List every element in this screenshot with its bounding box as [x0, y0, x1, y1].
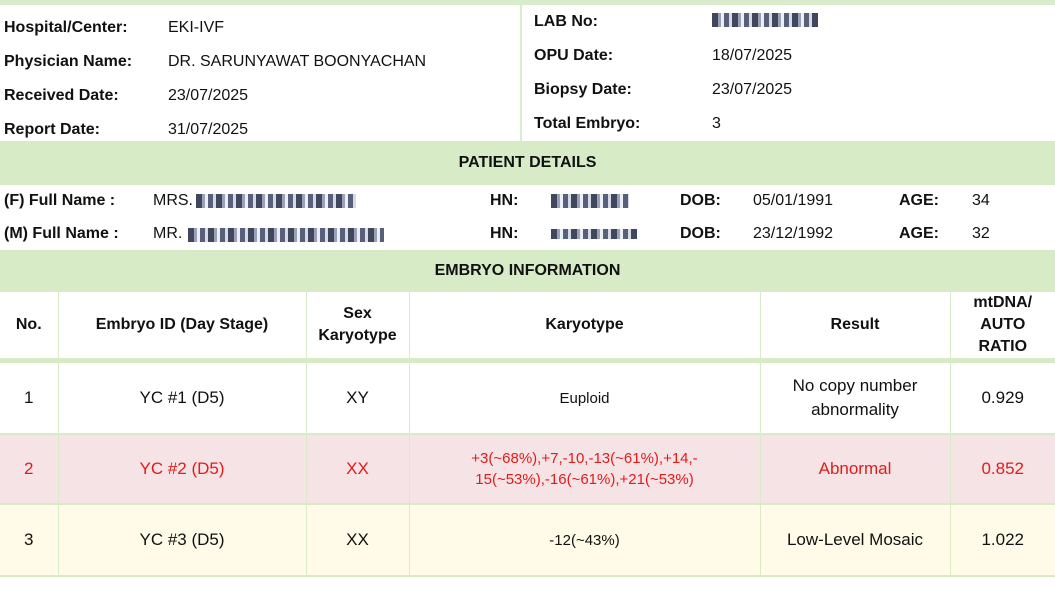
row-karyotype-line1: Euploid	[559, 389, 610, 407]
biopsy-date-value: 23/07/2025	[712, 81, 793, 98]
male-hn-redacted	[551, 229, 637, 239]
row-sex: XX	[306, 504, 410, 577]
col-header-ratio: mtDNA/ AUTO RATIO	[950, 292, 1055, 361]
row-no: 2	[0, 434, 59, 505]
table-row: 2 YC #2 (D5) XX +3(~68%),+7,-10,-13(~61%…	[0, 434, 1055, 505]
female-name-redacted	[196, 194, 356, 208]
row-ratio: 0.929	[950, 360, 1055, 435]
opu-date-label: OPU Date:	[534, 47, 614, 64]
male-name-label: (M) Full Name :	[4, 225, 119, 242]
top-border	[0, 0, 1055, 5]
col-header-embryo-id: Embryo ID (Day Stage)	[58, 292, 307, 361]
biopsy-date-label: Biopsy Date:	[534, 81, 632, 98]
row-result: No copy number abnormality	[760, 360, 951, 435]
female-dob-value: 05/01/1991	[753, 192, 834, 209]
row-ratio: 0.852	[950, 434, 1055, 505]
male-hn-label: HN:	[490, 225, 519, 242]
hospital-label: Hospital/Center:	[4, 19, 128, 36]
male-name-prefix: MR.	[153, 225, 183, 242]
row-result-line2: abnormality	[811, 400, 899, 419]
hospital-value: EKI-IVF	[168, 19, 225, 36]
female-age-value: 34	[972, 192, 990, 209]
col-header-ratio-line1: mtDNA/	[973, 294, 1033, 311]
patient-details-title: PATIENT DETAILS	[0, 141, 1055, 185]
male-age-label: AGE:	[899, 225, 939, 242]
male-name-redacted	[188, 228, 384, 242]
row-karyotype: +3(~68%),+7,-10,-13(~61%),+14,- 15(~53%)…	[409, 434, 761, 505]
row-karyotype-line1: +3(~68%),+7,-10,-13(~61%),+14,-	[471, 450, 698, 467]
opu-date-value: 18/07/2025	[712, 47, 793, 64]
female-name-label: (F) Full Name :	[4, 192, 116, 209]
row-embryo-id: YC #1 (D5)	[58, 360, 307, 435]
lab-no-redacted	[712, 13, 818, 27]
received-date-value: 23/07/2025	[168, 87, 249, 104]
row-no: 3	[0, 504, 59, 577]
male-dob-label: DOB:	[680, 225, 721, 242]
row-ratio: 1.022	[950, 504, 1055, 577]
row-no: 1	[0, 360, 59, 435]
physician-label: Physician Name:	[4, 53, 133, 70]
row-embryo-id: YC #2 (D5)	[58, 434, 307, 505]
male-dob-value: 23/12/1992	[753, 225, 834, 242]
row-karyotype-line1: -12(~43%)	[549, 531, 620, 549]
header-divider	[520, 5, 522, 141]
report-date-label: Report Date:	[4, 121, 101, 138]
received-date-label: Received Date:	[4, 87, 119, 104]
col-header-karyotype: Karyotype	[409, 292, 761, 361]
row-result-line1: Low-Level Mosaic	[786, 530, 924, 549]
total-embryo-value: 3	[712, 115, 721, 132]
row-karyotype: Euploid	[409, 360, 761, 435]
col-header-sex-line1: Sex	[343, 305, 372, 322]
report-date-value: 31/07/2025	[168, 121, 249, 138]
col-header-ratio-line2: AUTO	[980, 316, 1026, 333]
row-result-line1: No copy number	[792, 376, 918, 395]
row-embryo-id: YC #3 (D5)	[58, 504, 307, 577]
physician-value: DR. SARUNYAWAT BOONYACHAN	[168, 53, 427, 70]
table-row: 1 YC #1 (D5) XY Euploid No copy number a…	[0, 360, 1055, 435]
male-age-value: 32	[972, 225, 990, 242]
row-sex: XY	[306, 360, 410, 435]
col-header-ratio-line3: RATIO	[978, 338, 1028, 355]
row-karyotype: -12(~43%)	[409, 504, 761, 577]
col-header-no: No.	[0, 292, 59, 361]
row-sex: XX	[306, 434, 410, 505]
table-row: 3 YC #3 (D5) XX -12(~43%) Low-Level Mosa…	[0, 504, 1055, 577]
female-name-prefix: MRS.	[153, 192, 193, 209]
col-header-sex-line2: Karyotype	[318, 327, 397, 344]
embryo-table: No. Embryo ID (Day Stage) Sex Karyotype …	[0, 292, 1055, 577]
col-header-sex-karyotype: Sex Karyotype	[306, 292, 410, 361]
row-result-line1: Abnormal	[818, 459, 892, 478]
row-karyotype-line2: 15(~53%),-16(~61%),+21(~53%)	[475, 471, 694, 488]
row-result: Abnormal	[760, 434, 951, 505]
col-header-result: Result	[760, 292, 951, 361]
row-result: Low-Level Mosaic	[760, 504, 951, 577]
female-dob-label: DOB:	[680, 192, 721, 209]
female-hn-label: HN:	[490, 192, 519, 209]
embryo-information-title: EMBRYO INFORMATION	[0, 250, 1055, 292]
lab-no-label: LAB No:	[534, 13, 598, 30]
female-hn-redacted	[551, 194, 629, 208]
total-embryo-label: Total Embryo:	[534, 115, 641, 132]
female-age-label: AGE:	[899, 192, 939, 209]
embryo-table-header: No. Embryo ID (Day Stage) Sex Karyotype …	[0, 292, 1055, 361]
